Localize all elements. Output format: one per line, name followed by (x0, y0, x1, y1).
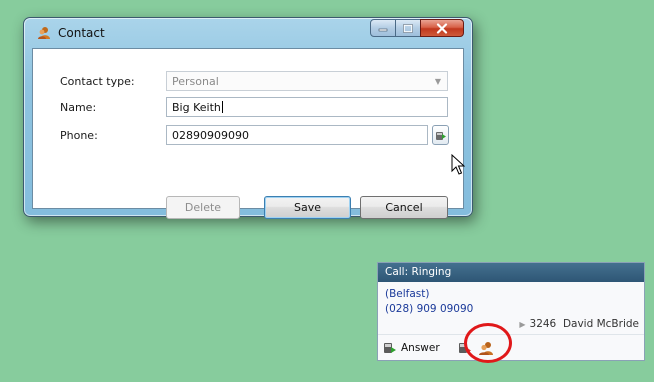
name-input[interactable]: Big Keith (166, 97, 448, 117)
agent-name: David McBride (562, 318, 639, 330)
close-icon (436, 22, 448, 34)
play-arrow-icon: ▶ (519, 320, 526, 329)
title-bar[interactable]: Contact (24, 18, 472, 48)
call-details: (Belfast) (028) 909 09090 ▶ 3246 David Mc… (378, 282, 644, 334)
mouse-cursor-icon (451, 153, 466, 179)
caption-buttons (370, 19, 464, 38)
contact-window: Contact Contact type: Personal ▼ Name: B… (23, 17, 473, 219)
window-title: Contact (58, 26, 105, 40)
delete-button[interactable]: Delete (166, 196, 240, 219)
caller-location[interactable]: (Belfast) (385, 288, 430, 300)
contact-app-icon (37, 26, 51, 40)
phone-row: Phone: 02890909090 (33, 125, 463, 147)
text-caret (221, 101, 223, 113)
answer-label: Answer (401, 342, 440, 354)
dial-button[interactable] (432, 125, 449, 145)
maximize-button[interactable] (395, 19, 421, 37)
maximize-icon (403, 23, 413, 33)
phone-label: Phone: (60, 129, 98, 142)
name-row: Name: Big Keith (33, 97, 463, 119)
contact-type-value: Personal (172, 75, 219, 88)
contact-type-select[interactable]: Personal ▼ (166, 71, 448, 91)
cancel-button[interactable]: Cancel (360, 196, 448, 219)
save-button[interactable]: Save (264, 196, 351, 219)
answer-button[interactable]: Answer (383, 341, 440, 355)
dropdown-arrow-icon: ▼ (434, 77, 441, 86)
phone-input[interactable]: 02890909090 (166, 125, 428, 145)
caller-number[interactable]: (028) 909 09090 (385, 303, 473, 315)
close-button[interactable] (420, 19, 464, 37)
contact-type-row: Contact type: Personal ▼ (33, 71, 463, 93)
contact-type-label: Contact type: (60, 75, 135, 88)
contact-form: Contact type: Personal ▼ Name: Big Keith… (32, 48, 464, 219)
extension-info: ▶ 3246 David McBride (519, 318, 639, 330)
highlight-circle (464, 323, 512, 363)
answer-phone-icon (384, 343, 396, 353)
call-status-header: Call: Ringing (378, 263, 644, 282)
minimize-icon (378, 28, 388, 32)
name-value: Big Keith (172, 101, 221, 114)
dial-phone-icon (435, 132, 446, 140)
name-label: Name: (60, 101, 97, 114)
minimize-button[interactable] (370, 19, 396, 37)
right-margin (654, 0, 664, 382)
phone-value: 02890909090 (172, 129, 249, 142)
extension-number: 3246 (529, 318, 557, 330)
